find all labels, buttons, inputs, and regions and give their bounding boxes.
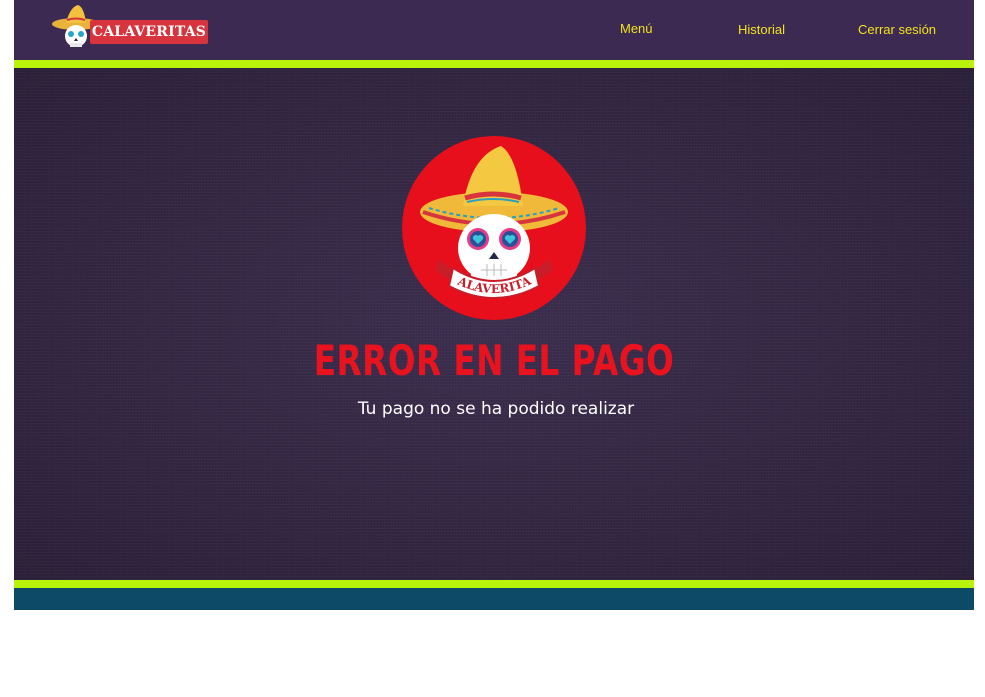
error-message: Tu pago no se ha podido realizar (357, 399, 635, 419)
footer (14, 588, 974, 610)
nav-menu-link[interactable]: Menú (620, 21, 653, 36)
calaveritas-badge-logo: CALAVERITAS (401, 136, 586, 320)
brand-name: CALAVERITAS (90, 20, 208, 44)
top-header: CALAVERITAS Menú Historial Cerrar sesión (14, 0, 974, 60)
error-title: ERROR EN EL PAGO (313, 336, 675, 385)
header-accent-stripe (14, 60, 974, 68)
nav-history-link[interactable]: Historial (738, 22, 785, 37)
nav-logout-link[interactable]: Cerrar sesión (858, 22, 936, 37)
main-content: CALAVERITAS ERROR EN EL PAGO Tu pago no … (14, 68, 974, 580)
footer-accent-stripe (14, 580, 974, 588)
brand-logo[interactable]: CALAVERITAS (50, 3, 210, 47)
